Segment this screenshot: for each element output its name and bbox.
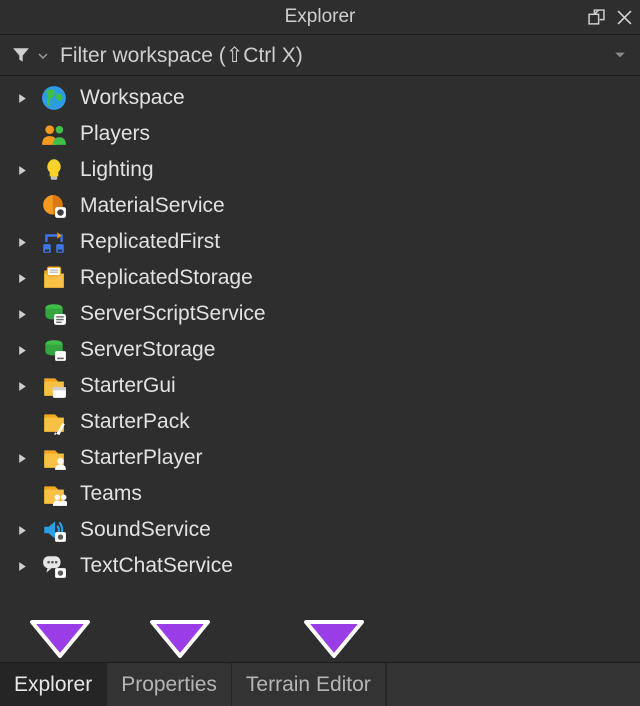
- expand-icon[interactable]: [14, 270, 30, 286]
- tree-item-soundservice[interactable]: SoundService: [0, 512, 640, 548]
- tree-item-label: ReplicatedStorage: [78, 266, 253, 290]
- filter-input[interactable]: Filter workspace (⇧Ctrl X): [58, 43, 608, 68]
- titlebar: Explorer: [0, 0, 640, 34]
- replicated-first-icon: [40, 228, 68, 256]
- tree-item-label: Players: [78, 122, 150, 146]
- tree-item-label: TextChatService: [78, 554, 233, 578]
- tree-item-label: ServerStorage: [78, 338, 215, 362]
- expand-icon[interactable]: [14, 558, 30, 574]
- text-chat-icon: [40, 552, 68, 580]
- panel-menu-icon[interactable]: [614, 43, 632, 67]
- tree-item-teams[interactable]: Teams: [0, 476, 640, 512]
- tree-item-serverstorage[interactable]: ServerStorage: [0, 332, 640, 368]
- teams-icon: [40, 480, 68, 508]
- starter-pack-icon: [40, 408, 68, 436]
- tree-item-replicatedstorage[interactable]: ReplicatedStorage: [0, 260, 640, 296]
- tree-item-starterplayer[interactable]: StarterPlayer: [0, 440, 640, 476]
- expand-icon[interactable]: [14, 90, 30, 106]
- tabs-filler: [386, 663, 640, 706]
- expand-icon[interactable]: [14, 306, 30, 322]
- tab-terrain-editor[interactable]: Terrain Editor: [232, 663, 386, 706]
- tree-item-label: Workspace: [78, 86, 185, 110]
- lightbulb-icon: [40, 156, 68, 184]
- filter-bar: Filter workspace (⇧Ctrl X): [0, 35, 640, 75]
- tutorial-arrow-icon: [28, 618, 92, 660]
- explorer-tree: Workspace Players Lighting MaterialService R…: [0, 76, 640, 606]
- filter-icon[interactable]: [10, 46, 32, 64]
- globe-icon: [40, 84, 68, 112]
- tutorial-arrow-icon: [148, 618, 212, 660]
- tree-item-label: Lighting: [78, 158, 154, 182]
- starter-gui-icon: [40, 372, 68, 400]
- tree-item-label: StarterPlayer: [78, 446, 203, 470]
- tree-item-workspace[interactable]: Workspace: [0, 80, 640, 116]
- tree-item-label: MaterialService: [78, 194, 225, 218]
- sound-icon: [40, 516, 68, 544]
- tree-item-label: SoundService: [78, 518, 211, 542]
- expand-icon[interactable]: [14, 450, 30, 466]
- expand-icon[interactable]: [14, 162, 30, 178]
- window-buttons: [586, 0, 634, 34]
- undock-icon[interactable]: [586, 7, 606, 27]
- server-storage-icon: [40, 336, 68, 364]
- starter-player-icon: [40, 444, 68, 472]
- tree-item-label: ServerScriptService: [78, 302, 266, 326]
- filter-dropdown-icon[interactable]: [38, 43, 52, 67]
- tree-item-label: StarterPack: [78, 410, 190, 434]
- tree-item-replicatedfirst[interactable]: ReplicatedFirst: [0, 224, 640, 260]
- expand-icon[interactable]: [14, 234, 30, 250]
- tree-item-starterpack[interactable]: StarterPack: [0, 404, 640, 440]
- tab-properties[interactable]: Properties: [107, 663, 232, 706]
- material-icon: [40, 192, 68, 220]
- tree-item-players[interactable]: Players: [0, 116, 640, 152]
- players-icon: [40, 120, 68, 148]
- tree-item-label: Teams: [78, 482, 142, 506]
- tab-explorer[interactable]: Explorer: [0, 663, 107, 706]
- tree-item-textchatservice[interactable]: TextChatService: [0, 548, 640, 584]
- tree-item-serverscriptservice[interactable]: ServerScriptService: [0, 296, 640, 332]
- expand-icon[interactable]: [14, 378, 30, 394]
- tree-item-label: ReplicatedFirst: [78, 230, 220, 254]
- replicated-storage-icon: [40, 264, 68, 292]
- panel-tabs: ExplorerPropertiesTerrain Editor: [0, 662, 640, 706]
- tree-item-materialservice[interactable]: MaterialService: [0, 188, 640, 224]
- tree-item-lighting[interactable]: Lighting: [0, 152, 640, 188]
- window-title: Explorer: [0, 6, 640, 28]
- tree-item-label: StarterGui: [78, 374, 176, 398]
- tutorial-arrows: [0, 606, 640, 662]
- expand-icon[interactable]: [14, 522, 30, 538]
- expand-icon[interactable]: [14, 342, 30, 358]
- close-icon[interactable]: [614, 7, 634, 27]
- tree-item-startergui[interactable]: StarterGui: [0, 368, 640, 404]
- tutorial-arrow-icon: [302, 618, 366, 660]
- server-script-icon: [40, 300, 68, 328]
